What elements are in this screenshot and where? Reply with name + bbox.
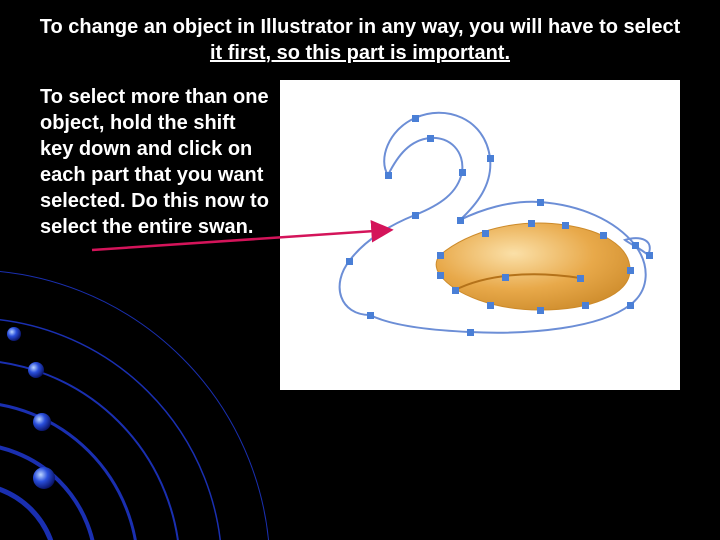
instruction-text: To select more than one object, hold the… (40, 84, 270, 240)
slide-heading: To change an object in Illustrator in an… (28, 14, 692, 66)
orbit-arcs-icon (0, 270, 270, 540)
illustration-panel (280, 80, 680, 390)
heading-line-1: To change an object in Illustrator in an… (40, 16, 681, 38)
heading-line-2: it first, so this part is important. (210, 42, 510, 64)
swan-vector-icon (280, 80, 680, 390)
